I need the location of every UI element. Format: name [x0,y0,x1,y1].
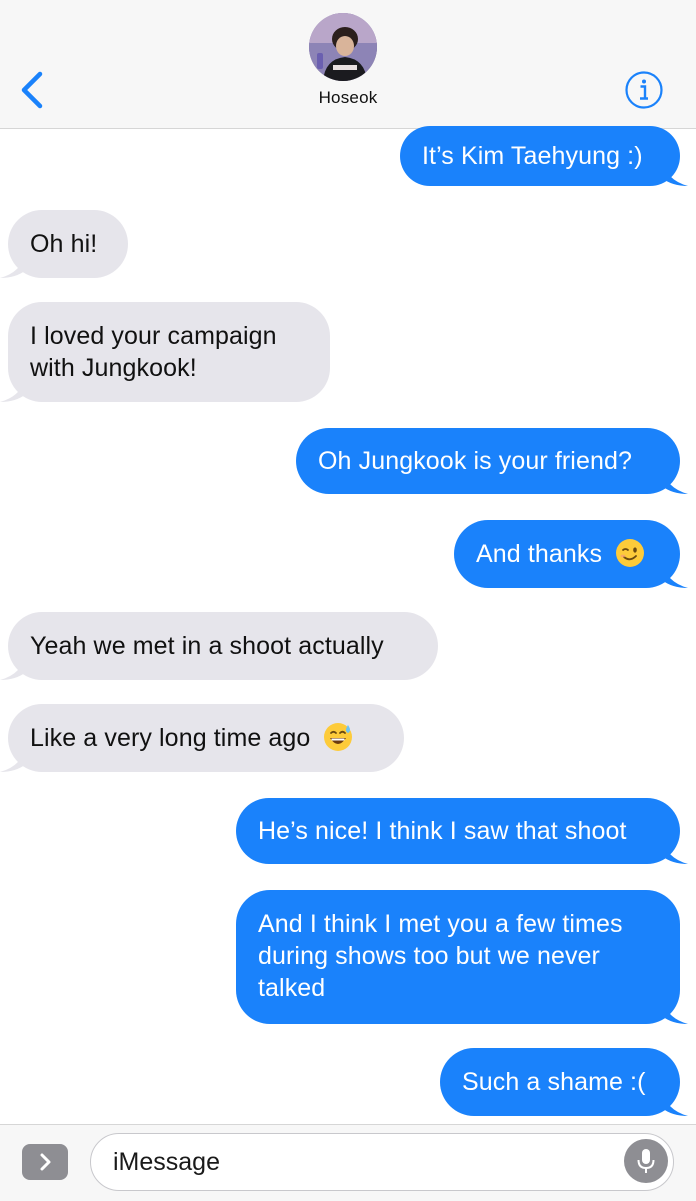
message-text: And I think I met you a few times during… [258,910,623,1002]
message-text: He’s nice! I think I saw that shoot [258,817,627,845]
message-outgoing[interactable]: Such a shame :( [440,1048,688,1116]
conversation-header: Hoseok [0,0,696,129]
bubble-tail [0,252,26,278]
message-text: Such a shame :( [462,1068,646,1096]
bubble-tail [662,1090,688,1116]
message-incoming[interactable]: Yeah we met in a shoot actually [0,612,438,680]
bubble-tail [662,562,688,588]
apps-expand-button[interactable] [22,1144,68,1180]
bubble-tail [662,998,688,1024]
message-text: Oh Jungkook is your friend? [318,447,632,475]
message-text: Like a very long time ago [30,724,311,752]
chevron-right-icon [40,1153,51,1171]
info-icon [625,71,663,109]
contact-name[interactable]: Hoseok [0,88,696,108]
bubble-tail [662,160,688,186]
grinning-face-with-sweat-icon [324,723,353,751]
dictation-button[interactable] [624,1139,668,1183]
imessage-input[interactable] [90,1133,674,1191]
microphone-icon [637,1149,655,1173]
message-text: I loved your campaign with Jungkook! [30,322,277,382]
message-incoming[interactable]: Like a very long time ago [0,704,404,772]
message-text: Yeah we met in a shoot actually [30,632,384,660]
contact-avatar[interactable] [309,13,377,81]
info-button[interactable] [624,70,664,110]
message-outgoing[interactable]: Oh Jungkook is your friend? [296,428,688,494]
message-outgoing[interactable]: It’s Kim Taehyung :) [400,126,688,186]
message-outgoing[interactable]: He’s nice! I think I saw that shoot [236,798,688,864]
message-outgoing[interactable]: And I think I met you a few times during… [236,890,688,1024]
bubble-tail [662,838,688,864]
message-text: It’s Kim Taehyung :) [422,142,643,170]
message-incoming[interactable]: I loved your campaign with Jungkook! [0,302,330,402]
avatar-photo [309,13,377,81]
bubble-tail [662,468,688,494]
bubble-tail [0,746,26,772]
bubble-tail [0,376,26,402]
message-text: Oh hi! [30,230,98,258]
message-outgoing[interactable]: And thanks [454,520,688,588]
winking-face-icon [616,539,645,567]
message-composer [0,1124,696,1201]
message-text: And thanks [476,540,603,568]
bubble-tail [0,654,26,680]
message-incoming[interactable]: Oh hi! [0,210,128,278]
